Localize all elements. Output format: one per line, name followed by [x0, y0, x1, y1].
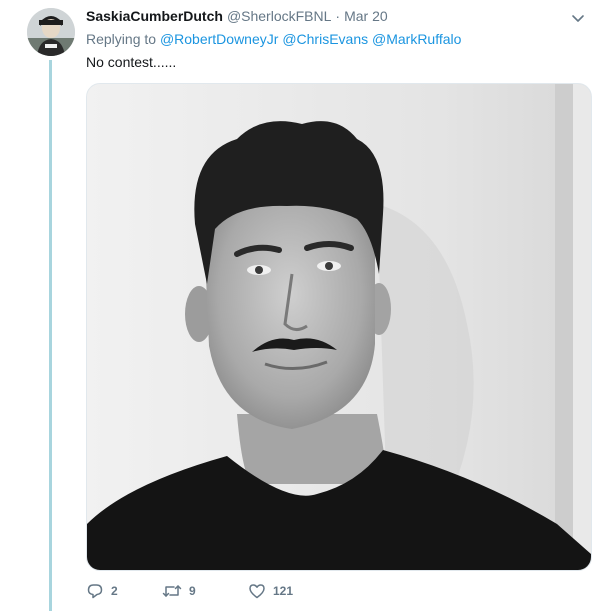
- retweet-button[interactable]: 9: [162, 582, 248, 600]
- replying-prefix: Replying to: [86, 31, 157, 47]
- thread-line: [49, 60, 52, 611]
- tweet-photo[interactable]: [86, 83, 592, 571]
- mention-link[interactable]: @ChrisEvans: [282, 31, 368, 47]
- like-button[interactable]: 121: [248, 582, 328, 600]
- tweet-header: SaskiaCumberDutch @SherlockFBNL · Mar 20: [86, 8, 388, 26]
- photo-image: [87, 84, 591, 570]
- user-handle[interactable]: @SherlockFBNL: [227, 8, 331, 24]
- retweet-count: 9: [189, 584, 196, 598]
- tweet-text: No contest......: [86, 54, 177, 70]
- like-count: 121: [273, 584, 294, 598]
- retweet-arrows-icon: [162, 582, 182, 600]
- reply-bubble-icon: [86, 582, 104, 600]
- heart-icon: [248, 582, 266, 600]
- tweet: SaskiaCumberDutch @SherlockFBNL · Mar 20…: [0, 0, 611, 611]
- header-separator: ·: [335, 8, 341, 24]
- avatar[interactable]: [27, 8, 75, 56]
- avatar-image: [27, 8, 75, 56]
- chevron-down-icon[interactable]: [570, 10, 586, 26]
- tweet-date[interactable]: Mar 20: [344, 8, 388, 24]
- reply-count: 2: [111, 584, 118, 598]
- mention-link[interactable]: @MarkRuffalo: [372, 31, 461, 47]
- display-name[interactable]: SaskiaCumberDutch: [86, 8, 223, 24]
- mention-link[interactable]: @RobertDowneyJr: [160, 31, 278, 47]
- replying-to: Replying to @RobertDowneyJr @ChrisEvans …: [86, 31, 461, 47]
- tweet-actions: 2 9 121: [86, 580, 328, 602]
- reply-button[interactable]: 2: [86, 582, 162, 600]
